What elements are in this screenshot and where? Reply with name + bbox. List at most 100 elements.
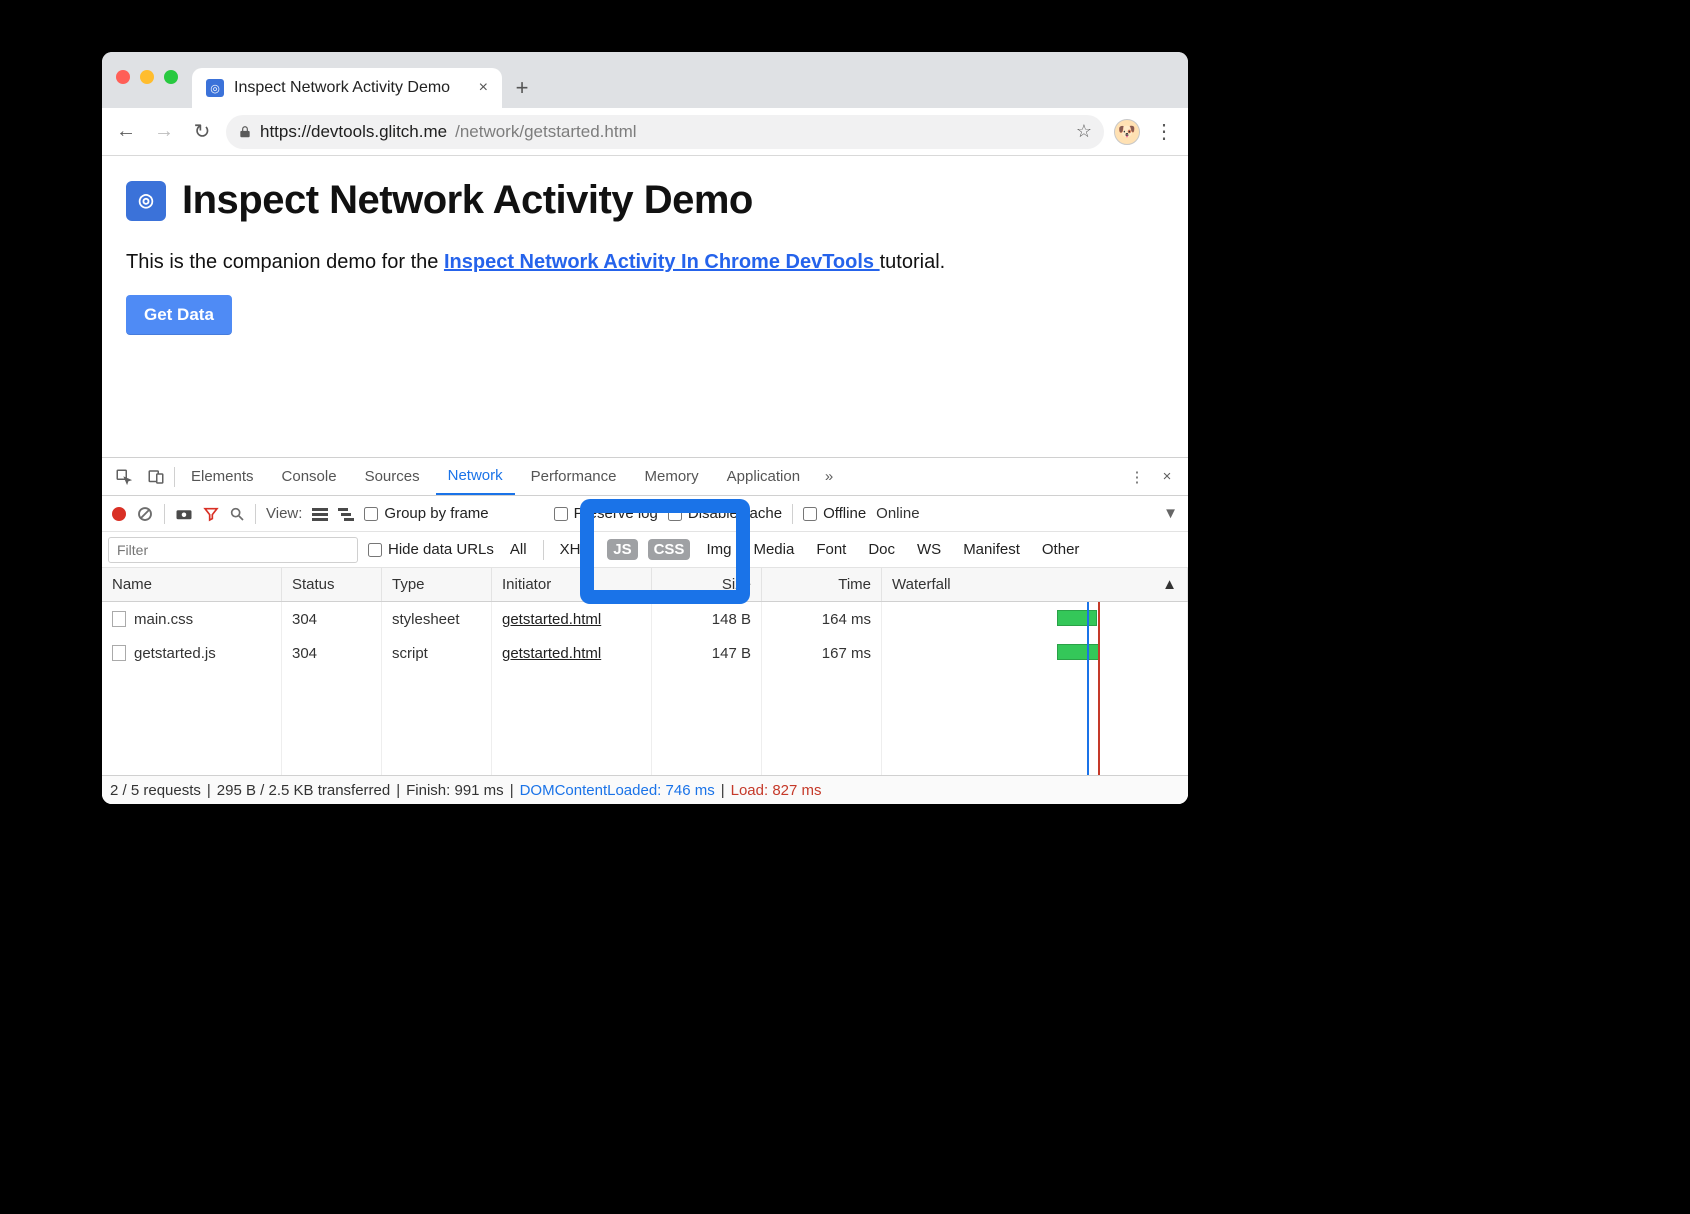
cell-name: getstarted.js bbox=[134, 645, 216, 662]
large-rows-icon[interactable] bbox=[312, 507, 328, 521]
filter-type-xhr[interactable]: XHR bbox=[554, 539, 598, 560]
close-window-button[interactable] bbox=[116, 70, 130, 84]
cell-initiator-link[interactable]: getstarted.html bbox=[502, 611, 601, 628]
group-by-frame-checkbox[interactable]: Group by frame bbox=[364, 505, 488, 522]
table-row[interactable]: main.css 304 stylesheet getstarted.html … bbox=[102, 602, 1188, 636]
throttling-select[interactable]: Online bbox=[876, 505, 919, 522]
table-header-row: Name Status Type Initiator Size Time Wat… bbox=[102, 568, 1188, 602]
clear-button[interactable] bbox=[136, 505, 154, 523]
record-button[interactable] bbox=[112, 507, 126, 521]
col-name[interactable]: Name bbox=[102, 568, 282, 601]
cell-time: 167 ms bbox=[762, 636, 882, 670]
filter-type-font[interactable]: Font bbox=[810, 539, 852, 560]
filter-type-js[interactable]: JS bbox=[607, 539, 637, 560]
cell-initiator-link[interactable]: getstarted.html bbox=[502, 645, 601, 662]
profile-avatar[interactable]: 🐶 bbox=[1114, 119, 1140, 145]
cell-size: 148 B bbox=[652, 602, 762, 636]
tab-overflow-icon[interactable]: » bbox=[816, 468, 842, 485]
cell-status: 304 bbox=[282, 602, 382, 636]
col-initiator[interactable]: Initiator bbox=[492, 568, 652, 601]
intro-text-2: tutorial. bbox=[880, 251, 946, 273]
screenshot-icon[interactable] bbox=[175, 507, 193, 521]
devtools-menu-button[interactable]: ⋮ bbox=[1124, 468, 1150, 486]
waterfall-bar bbox=[1057, 610, 1097, 626]
devtools-tabstrip: Elements Console Sources Network Perform… bbox=[102, 458, 1188, 496]
forward-button[interactable]: → bbox=[150, 118, 178, 146]
intro-text-1: This is the companion demo for the bbox=[126, 251, 444, 273]
sort-arrow-icon: ▲ bbox=[1162, 576, 1177, 593]
filter-type-all[interactable]: All bbox=[504, 539, 533, 560]
browser-menu-button[interactable]: ⋮ bbox=[1150, 118, 1178, 146]
tab-sources[interactable]: Sources bbox=[353, 458, 432, 495]
get-data-button[interactable]: Get Data bbox=[126, 295, 232, 335]
search-icon[interactable] bbox=[229, 506, 245, 522]
devtools-close-button[interactable]: × bbox=[1154, 468, 1180, 485]
load-line bbox=[1098, 602, 1100, 636]
inspect-element-icon[interactable] bbox=[110, 468, 138, 486]
load-line bbox=[1098, 636, 1100, 670]
tab-memory[interactable]: Memory bbox=[633, 458, 711, 495]
col-status[interactable]: Status bbox=[282, 568, 382, 601]
tab-network[interactable]: Network bbox=[436, 458, 515, 495]
col-time[interactable]: Time bbox=[762, 568, 882, 601]
browser-window: ◎ Inspect Network Activity Demo × + ← → … bbox=[102, 52, 1188, 804]
device-mode-icon[interactable] bbox=[142, 468, 170, 486]
browser-tab[interactable]: ◎ Inspect Network Activity Demo × bbox=[192, 68, 502, 108]
filter-type-ws[interactable]: WS bbox=[911, 539, 947, 560]
tab-elements[interactable]: Elements bbox=[179, 458, 266, 495]
cell-status: 304 bbox=[282, 636, 382, 670]
filter-type-manifest[interactable]: Manifest bbox=[957, 539, 1026, 560]
status-dcl: DOMContentLoaded: 746 ms bbox=[520, 782, 715, 799]
status-load: Load: 827 ms bbox=[731, 782, 822, 799]
throttling-arrow-icon[interactable]: ▼ bbox=[1163, 505, 1178, 522]
back-button[interactable]: ← bbox=[112, 118, 140, 146]
tab-performance[interactable]: Performance bbox=[519, 458, 629, 495]
filter-type-css[interactable]: CSS bbox=[648, 539, 691, 560]
tab-close-button[interactable]: × bbox=[479, 79, 488, 97]
view-label: View: bbox=[266, 505, 302, 522]
reload-button[interactable]: ↻ bbox=[188, 118, 216, 146]
filter-type-other[interactable]: Other bbox=[1036, 539, 1086, 560]
tab-title: Inspect Network Activity Demo bbox=[234, 79, 450, 97]
file-icon bbox=[112, 611, 126, 627]
cell-size: 147 B bbox=[652, 636, 762, 670]
tab-application[interactable]: Application bbox=[715, 458, 812, 495]
status-finish: Finish: 991 ms bbox=[406, 782, 504, 799]
new-tab-button[interactable]: + bbox=[502, 68, 542, 108]
tab-console[interactable]: Console bbox=[270, 458, 349, 495]
col-waterfall[interactable]: Waterfall▲ bbox=[882, 568, 1188, 601]
tab-strip: ◎ Inspect Network Activity Demo × + bbox=[102, 52, 1188, 108]
tutorial-link[interactable]: Inspect Network Activity In Chrome DevTo… bbox=[444, 251, 880, 273]
filter-type-media[interactable]: Media bbox=[747, 539, 800, 560]
waterfall-view-icon[interactable] bbox=[338, 507, 354, 521]
browser-toolbar: ← → ↻ https://devtools.glitch.me/network… bbox=[102, 108, 1188, 156]
filter-type-doc[interactable]: Doc bbox=[862, 539, 901, 560]
col-size[interactable]: Size bbox=[652, 568, 762, 601]
col-type[interactable]: Type bbox=[382, 568, 492, 601]
dcl-line bbox=[1087, 636, 1089, 670]
disable-cache-checkbox[interactable]: Disable cache bbox=[668, 505, 782, 522]
offline-checkbox[interactable]: Offline bbox=[803, 505, 866, 522]
minimize-window-button[interactable] bbox=[140, 70, 154, 84]
dcl-line bbox=[1087, 602, 1089, 636]
cell-type: stylesheet bbox=[382, 602, 492, 636]
lock-icon bbox=[238, 125, 252, 139]
cell-type: script bbox=[382, 636, 492, 670]
zoom-window-button[interactable] bbox=[164, 70, 178, 84]
preserve-log-checkbox[interactable]: Preserve log bbox=[554, 505, 658, 522]
bookmark-star-icon[interactable]: ☆ bbox=[1076, 121, 1092, 142]
cell-name: main.css bbox=[134, 611, 193, 628]
favicon-icon: ◎ bbox=[206, 79, 224, 97]
network-table: Name Status Type Initiator Size Time Wat… bbox=[102, 568, 1188, 776]
address-bar[interactable]: https://devtools.glitch.me/network/getst… bbox=[226, 115, 1104, 149]
filter-type-img[interactable]: Img bbox=[700, 539, 737, 560]
filter-icon[interactable] bbox=[203, 506, 219, 522]
network-status-bar: 2 / 5 requests | 295 B / 2.5 KB transfer… bbox=[102, 776, 1188, 804]
filter-input[interactable] bbox=[108, 537, 358, 563]
hide-data-urls-checkbox[interactable]: Hide data URLs bbox=[368, 541, 494, 558]
url-path: /network/getstarted.html bbox=[455, 122, 636, 142]
devtools-panel: Elements Console Sources Network Perform… bbox=[102, 457, 1188, 804]
url-host: https://devtools.glitch.me bbox=[260, 122, 447, 142]
network-filter-bar: Hide data URLs All XHR JS CSS Img Media … bbox=[102, 532, 1188, 568]
table-row[interactable]: getstarted.js 304 script getstarted.html… bbox=[102, 636, 1188, 670]
